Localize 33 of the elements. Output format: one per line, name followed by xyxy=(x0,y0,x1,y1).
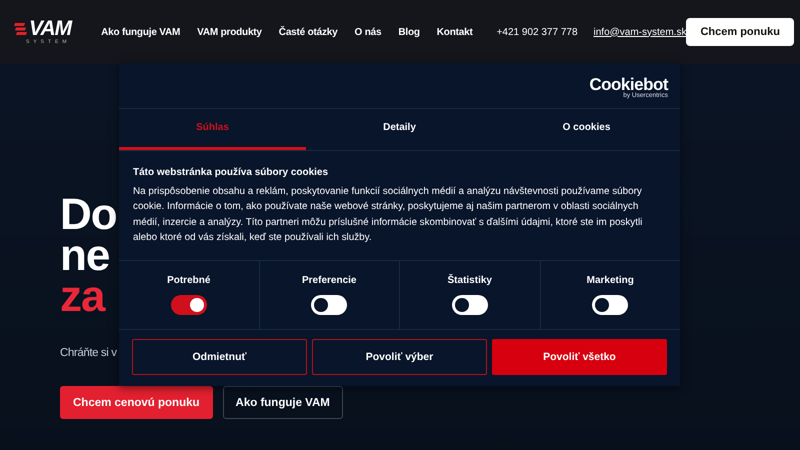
nav-link[interactable]: Časté otázky xyxy=(278,26,338,38)
email-link[interactable]: info@vam-system.sk xyxy=(594,26,686,38)
brand-logo: Cookiebot xyxy=(589,76,668,93)
dialog-tab[interactable]: Detaily xyxy=(306,109,493,150)
category-label: Marketing xyxy=(586,274,634,286)
nav-link[interactable]: Ako funguje VAM xyxy=(101,26,180,38)
dialog-heading: Táto webstránka používa súbory cookies xyxy=(133,167,330,178)
hero-title-fragment: za xyxy=(60,276,104,317)
hero-title-fragment: ne xyxy=(60,235,110,276)
nav-link[interactable]: Blog xyxy=(398,26,420,38)
toggle-switch[interactable] xyxy=(311,294,348,315)
category-label: Štatistiky xyxy=(448,274,492,286)
category-label: Potrebné xyxy=(167,274,210,286)
decline-button[interactable]: Odmietnuť xyxy=(132,338,307,375)
allow-selection-button[interactable]: Povoliť výber xyxy=(312,338,487,375)
category-label: Preferencie xyxy=(302,274,356,286)
dialog-tab[interactable]: O cookies xyxy=(493,109,680,150)
toggle-switch[interactable] xyxy=(452,294,488,315)
offer-button[interactable]: Chcem ponuku xyxy=(686,18,794,46)
hero-title-fragment: Do xyxy=(60,194,117,235)
nav-link[interactable]: O nás xyxy=(354,26,382,38)
toggle-switch[interactable] xyxy=(170,294,207,315)
nav-link[interactable]: VAM produkty xyxy=(197,26,262,38)
dialog-text: Na prispôsobenie obsahu a reklám, poskytovanie funkcií sociálnych médií a analýzu návštevnosti používame súbory cookie. Informácie o tom, ako používate naše webové stránky, poskytujeme aj našim partnerom v oblasti sociálnych médií, inzercie a analýzy. Títo partneri môžu príslušné informácie skombinovať s ďalšími údajmi, ktoré ste im poskytli alebo ktoré od vás získali, keď ste používali ich služby. xyxy=(133,185,644,246)
phone-number[interactable]: +421 902 377 778 xyxy=(496,26,578,38)
nav-link[interactable]: Kontakt xyxy=(436,26,473,38)
hero-subtitle-fragment: Chráňte si v xyxy=(60,347,117,359)
logo-text[interactable]: VAM xyxy=(29,19,72,39)
how-it-works-button[interactable]: Ako funguje VAM xyxy=(222,386,343,419)
logo-stripes-icon xyxy=(14,22,28,36)
quote-button[interactable]: Chcem cenovú ponuku xyxy=(60,386,213,419)
toggle-switch[interactable] xyxy=(592,294,628,315)
allow-all-button[interactable]: Povoliť všetko xyxy=(492,338,667,375)
